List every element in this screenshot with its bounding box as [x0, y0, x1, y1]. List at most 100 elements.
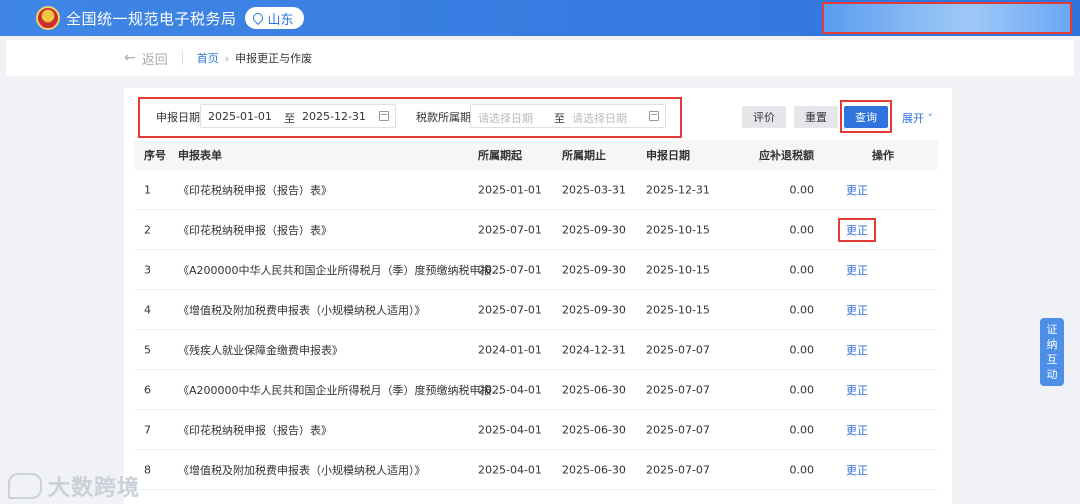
row-number: 5 — [144, 343, 151, 356]
form-name: 《印花税纳税申报（报告）表》 — [178, 183, 332, 197]
column-header: 序号 — [144, 149, 166, 162]
correct-link[interactable]: 更正 — [846, 462, 868, 478]
watermark-text: 大数跨境 — [48, 476, 141, 501]
column-header: 操作 — [872, 149, 894, 162]
tax-amount: 0.00 — [789, 383, 815, 396]
period-start: 2025-04-01 — [478, 463, 542, 476]
declare-date-start: 2025-01-01 — [208, 110, 272, 123]
row-number: 7 — [144, 423, 151, 436]
chat-bubble-logo-icon — [8, 473, 42, 499]
breadcrumb-home-link[interactable]: 首页 — [197, 50, 219, 66]
declare-date: 2025-07-07 — [646, 383, 710, 396]
period-start: 2024-01-01 — [478, 343, 542, 356]
column-header: 所属期起 — [478, 149, 522, 162]
period-end: 2025-09-30 — [562, 303, 626, 316]
calendar-icon — [379, 111, 389, 121]
declare-date: 2025-07-07 — [646, 343, 710, 356]
correct-link[interactable]: 更正 — [846, 222, 868, 238]
period-end: 2025-09-30 — [562, 263, 626, 276]
column-header: 应补退税额 — [759, 149, 814, 162]
column-header: 申报表单 — [178, 149, 222, 162]
evaluate-button[interactable]: 评价 — [742, 106, 786, 128]
correct-link[interactable]: 更正 — [846, 382, 868, 398]
table-row: 2 《印花税纳税申报（报告）表》 2025-07-01 2025-09-30 2… — [134, 210, 938, 250]
row-number: 8 — [144, 463, 151, 476]
expand-label: 展开 — [902, 112, 924, 125]
correct-link[interactable]: 更正 — [846, 262, 868, 278]
form-name: 《A200000中华人民共和国企业所得税月（季）度预缴纳税申报... — [178, 383, 503, 397]
expand-toggle[interactable]: 展开 ˅ — [902, 110, 933, 126]
region-label: 山东 — [267, 12, 294, 28]
row-number: 1 — [144, 183, 151, 196]
period-end: 2025-03-31 — [562, 183, 626, 196]
period-start: 2025-01-01 — [478, 183, 542, 196]
declare-date: 2025-07-07 — [646, 423, 710, 436]
column-header: 申报日期 — [646, 149, 690, 162]
form-name: 《印花税纳税申报（报告）表》 — [178, 423, 332, 437]
row-number: 3 — [144, 263, 151, 276]
arrow-left-icon: ← — [124, 50, 136, 66]
period-start: 2025-04-01 — [478, 383, 542, 396]
tax-amount: 0.00 — [789, 343, 815, 356]
table-row: 3 《A200000中华人民共和国企业所得税月（季）度预缴纳税申报... 202… — [134, 250, 938, 290]
table-header: 序号 申报表单 所属期起 所属期止 申报日期 应补退税额 操作 — [134, 140, 938, 170]
declare-date-end: 2025-12-31 — [302, 110, 366, 123]
period-start: 2025-04-01 — [478, 423, 542, 436]
tax-period-end-placeholder: 请选择日期 — [572, 112, 627, 125]
watermark: 大数跨境 — [8, 470, 140, 502]
tax-amount: 0.00 — [789, 183, 815, 196]
table-row: 8 《增值税及附加税费申报表（小规模纳税人适用）》 2025-04-01 202… — [134, 450, 938, 490]
user-info-redacted[interactable] — [822, 2, 1072, 34]
form-name: 《增值税及附加税费申报表（小规模纳税人适用）》 — [178, 463, 426, 477]
calendar-icon — [649, 111, 659, 121]
float-char: 互 — [1046, 353, 1058, 366]
tax-period-start-placeholder: 请选择日期 — [478, 112, 533, 125]
tax-amount: 0.00 — [789, 463, 815, 476]
back-label: 返回 — [141, 52, 168, 68]
top-bar: 全国统一规范电子税务局 山东 — [0, 0, 1080, 36]
table-row: 1 《印花税纳税申报（报告）表》 2025-01-01 2025-03-31 2… — [134, 170, 938, 210]
form-name: 《A200000中华人民共和国企业所得税月（季）度预缴纳税申报... — [178, 263, 503, 277]
tax-period-range-picker[interactable]: 请选择日期 至 请选择日期 — [470, 104, 666, 128]
float-char: 纳 — [1046, 338, 1058, 351]
table-row: 5 《残疾人就业保障金缴费申报表》 2024-01-01 2024-12-31 … — [134, 330, 938, 370]
region-selector[interactable]: 山东 — [244, 7, 304, 29]
period-end: 2025-06-30 — [562, 383, 626, 396]
table-row: 6 《A200000中华人民共和国企业所得税月（季）度预缴纳税申报... 202… — [134, 370, 938, 410]
period-start: 2025-07-01 — [478, 263, 542, 276]
location-pin-icon — [250, 10, 265, 26]
declare-date-label: 申报日期 — [156, 111, 200, 124]
app-title: 全国统一规范电子税务局 — [66, 9, 237, 28]
period-start: 2025-07-01 — [478, 223, 542, 236]
breadcrumb-current: 申报更正与作废 — [235, 52, 313, 65]
back-button[interactable]: ← 返回 — [124, 49, 168, 68]
form-name: 《印花税纳税申报（报告）表》 — [178, 223, 332, 237]
float-char: 证 — [1046, 323, 1058, 336]
column-header: 所属期止 — [562, 149, 606, 162]
divider — [181, 51, 183, 65]
reset-button[interactable]: 重置 — [794, 106, 838, 128]
declare-date: 2025-10-15 — [646, 223, 710, 236]
interaction-float-button[interactable]: 证 纳 互 动 — [1040, 318, 1064, 386]
correct-link[interactable]: 更正 — [846, 302, 868, 318]
declare-date: 2025-12-31 — [646, 183, 710, 196]
range-to-label: 至 — [554, 112, 565, 125]
table-row: 7 《印花税纳税申报（报告）表》 2025-04-01 2025-06-30 2… — [134, 410, 938, 450]
query-button[interactable]: 查询 — [844, 106, 888, 128]
period-end: 2025-06-30 — [562, 463, 626, 476]
period-end: 2024-12-31 — [562, 343, 626, 356]
correct-link[interactable]: 更正 — [846, 182, 868, 198]
tax-amount: 0.00 — [789, 223, 815, 236]
declare-date-range-picker[interactable]: 2025-01-01 至 2025-12-31 — [200, 104, 396, 128]
period-end: 2025-09-30 — [562, 223, 626, 236]
declare-date: 2025-10-15 — [646, 303, 710, 316]
declare-date: 2025-10-15 — [646, 263, 710, 276]
declare-date: 2025-07-07 — [646, 463, 710, 476]
row-number: 2 — [144, 223, 151, 236]
form-name: 《增值税及附加税费申报表（小规模纳税人适用）》 — [178, 303, 426, 317]
correct-link[interactable]: 更正 — [846, 422, 868, 438]
tax-amount: 0.00 — [789, 423, 815, 436]
tax-emblem-logo — [36, 6, 60, 30]
period-end: 2025-06-30 — [562, 423, 626, 436]
correct-link[interactable]: 更正 — [846, 342, 868, 358]
